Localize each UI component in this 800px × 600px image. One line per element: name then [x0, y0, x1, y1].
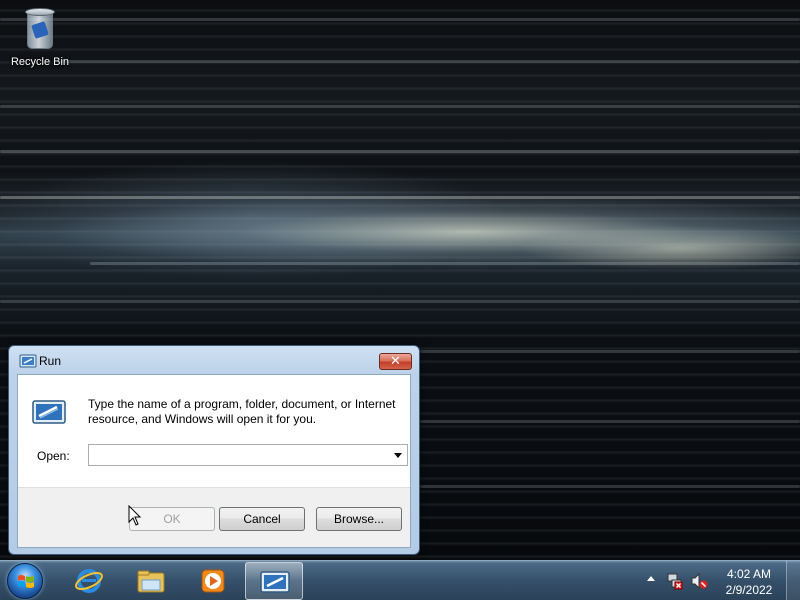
cancel-button[interactable]: Cancel: [219, 507, 305, 531]
desktop-icon-label: Recycle Bin: [10, 56, 70, 68]
show-hidden-icons-icon[interactable]: [647, 576, 655, 581]
taskbar-media-player[interactable]: [184, 562, 242, 600]
volume-muted-icon[interactable]: [690, 572, 708, 590]
dialog-title: Run: [39, 354, 62, 368]
run-icon: [260, 571, 290, 593]
browse-button[interactable]: Browse...: [316, 507, 402, 531]
windows-logo-icon: [18, 575, 34, 588]
wallpaper-streak: [420, 420, 800, 423]
clock-time: 4:02 AM: [726, 567, 772, 581]
start-button[interactable]: [7, 563, 43, 599]
run-icon: [19, 354, 37, 368]
taskbar: 4:02 AM 2/9/2022: [0, 560, 800, 600]
show-desktop-button[interactable]: [786, 561, 800, 600]
wallpaper-streak: [0, 105, 800, 108]
run-program-icon: [32, 400, 66, 424]
internet-explorer-icon: [75, 569, 103, 593]
windows-explorer-icon: [137, 570, 165, 593]
close-icon: ✕: [390, 354, 401, 369]
recycle-bin-icon: [23, 6, 57, 50]
wallpaper-streak: [90, 262, 800, 265]
chevron-down-icon[interactable]: [391, 447, 405, 463]
dialog-client: Type the name of a program, folder, docu…: [17, 374, 411, 548]
desktop-icon-recycle-bin[interactable]: Recycle Bin: [6, 6, 74, 68]
close-button[interactable]: ✕: [379, 353, 412, 370]
dialog-description: Type the name of a program, folder, docu…: [88, 397, 396, 426]
wallpaper-streak: [0, 150, 800, 153]
clock-date: 2/9/2022: [725, 583, 773, 597]
open-label: Open:: [37, 449, 70, 463]
wallpaper-streak: [0, 196, 800, 199]
taskbar-windows-explorer[interactable]: [122, 562, 180, 600]
wallpaper-streak: [60, 60, 800, 63]
run-dialog: Run ✕ Type the name of a program, folder…: [8, 345, 420, 555]
button-bar: OK Cancel Browse...: [18, 487, 410, 547]
taskbar-run[interactable]: [245, 562, 303, 600]
mouse-cursor-icon: [128, 505, 142, 526]
title-bar[interactable]: Run ✕: [9, 346, 419, 374]
network-disconnected-icon[interactable]: [666, 572, 684, 590]
open-combobox[interactable]: [88, 444, 408, 466]
wallpaper-streak: [0, 300, 800, 303]
taskbar-internet-explorer[interactable]: [60, 562, 118, 600]
wallpaper-streak: [420, 485, 800, 488]
media-player-icon: [201, 569, 225, 593]
wallpaper-streak: [0, 18, 800, 21]
wallpaper-streak: [420, 350, 800, 353]
system-clock[interactable]: 4:02 AM 2/9/2022: [718, 566, 780, 598]
